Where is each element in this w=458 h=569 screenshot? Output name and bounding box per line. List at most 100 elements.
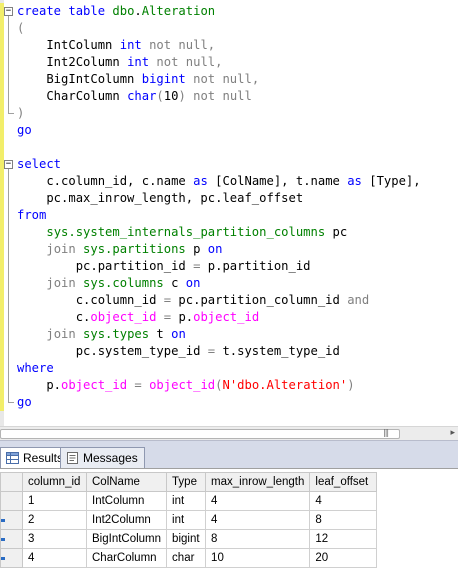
column-header[interactable]: column_id bbox=[22, 472, 87, 492]
code-area[interactable]: − create table dbo.Alteration( IntColumn … bbox=[0, 3, 458, 411]
grid-cell[interactable]: 20 bbox=[309, 548, 378, 568]
row-header[interactable] bbox=[0, 510, 23, 530]
code-token: ( bbox=[17, 21, 25, 35]
scrollbar-thumb[interactable] bbox=[0, 429, 400, 439]
grid-cell[interactable]: 4 bbox=[22, 548, 87, 568]
code-line[interactable]: ( bbox=[0, 20, 458, 37]
code-line[interactable]: IntColumn int not null, bbox=[0, 37, 458, 54]
code-token: as bbox=[347, 174, 362, 188]
grid-cell[interactable]: 1 bbox=[22, 491, 87, 511]
code-token: IntColumn bbox=[17, 38, 120, 52]
code-token: 10 bbox=[163, 89, 179, 103]
code-line[interactable]: from bbox=[0, 207, 458, 224]
row-marker-icon bbox=[1, 557, 5, 560]
grid-cell[interactable]: CharColumn bbox=[85, 548, 168, 568]
grid-cell[interactable]: 3 bbox=[22, 529, 87, 549]
grid-cell[interactable]: 8 bbox=[205, 529, 311, 549]
code-token: p. bbox=[17, 378, 62, 392]
grip-icon: ||| bbox=[383, 428, 389, 437]
fold-end-marker bbox=[8, 402, 14, 403]
code-line[interactable]: p.object_id = object_id(N'dbo.Alteration… bbox=[0, 377, 458, 394]
grid-header-row: column_id ColName Type max_inrow_length … bbox=[0, 472, 378, 492]
tab-messages[interactable]: Messages bbox=[60, 447, 145, 468]
column-header[interactable]: max_inrow_length bbox=[205, 472, 311, 492]
code-line[interactable]: pc.system_type_id = t.system_type_id bbox=[0, 343, 458, 360]
code-token: bigint bbox=[141, 72, 186, 86]
code-token: Int2Column bbox=[17, 55, 128, 69]
grid-cell[interactable]: 4 bbox=[205, 510, 311, 530]
code-line[interactable]: where bbox=[0, 360, 458, 377]
row-header[interactable] bbox=[0, 548, 23, 568]
code-line[interactable]: c.object_id = p.object_id bbox=[0, 309, 458, 326]
table-row[interactable]: 2 Int2Column int 4 8 bbox=[0, 510, 378, 530]
code-line[interactable]: go bbox=[0, 394, 458, 411]
row-marker-icon bbox=[1, 519, 5, 522]
grid-cell[interactable]: IntColumn bbox=[85, 491, 168, 511]
grid-cell[interactable]: 4 bbox=[205, 491, 311, 511]
column-header[interactable]: leaf_offset bbox=[309, 472, 378, 492]
scroll-right-arrow-icon[interactable]: ▸ bbox=[450, 428, 455, 438]
grid-cell[interactable]: int bbox=[166, 491, 207, 511]
code-line[interactable]: Int2Column int not null, bbox=[0, 54, 458, 71]
code-line[interactable]: − create table dbo.Alteration bbox=[0, 3, 458, 20]
table-row[interactable]: 3 BigIntColumn bigint 8 12 bbox=[0, 529, 378, 549]
code-token: pc.system_type_id bbox=[17, 344, 208, 358]
code-token: from bbox=[17, 208, 47, 222]
code-token: as bbox=[193, 174, 208, 188]
messages-icon bbox=[67, 452, 78, 464]
code-line[interactable]: pc.max_inrow_length, pc.leaf_offset bbox=[0, 190, 458, 207]
code-line[interactable]: ) bbox=[0, 105, 458, 122]
table-row[interactable]: 4 CharColumn char 10 20 bbox=[0, 548, 378, 568]
code-line[interactable] bbox=[0, 139, 458, 156]
grid-cell[interactable]: bigint bbox=[166, 529, 207, 549]
grid-cell[interactable]: int bbox=[166, 510, 207, 530]
results-grid-area[interactable]: column_id ColName Type max_inrow_length … bbox=[0, 468, 458, 569]
grid-cell[interactable]: BigIntColumn bbox=[85, 529, 168, 549]
code-line[interactable]: CharColumn char(10) not null bbox=[0, 88, 458, 105]
table-row[interactable]: 1 IntColumn int 4 4 bbox=[0, 491, 378, 511]
code-token: = bbox=[127, 378, 150, 392]
collapse-icon[interactable]: − bbox=[4, 160, 13, 169]
row-header[interactable] bbox=[0, 491, 23, 511]
code-line[interactable]: pc.partition_id = p.partition_id bbox=[0, 258, 458, 275]
column-header[interactable]: ColName bbox=[85, 472, 168, 492]
grid-cell[interactable]: 2 bbox=[22, 510, 87, 530]
code-token: c. bbox=[17, 310, 91, 324]
results-tabstrip: Results Messages bbox=[0, 440, 458, 469]
code-line[interactable]: c.column_id = pc.partition_column_id and bbox=[0, 292, 458, 309]
code-token: pc.partition_id bbox=[17, 259, 194, 273]
code-line[interactable]: sys.system_internals_partition_columns p… bbox=[0, 224, 458, 241]
grid-cell[interactable]: Int2Column bbox=[85, 510, 168, 530]
grid-cell[interactable]: 8 bbox=[309, 510, 378, 530]
code-token: p.partition_id bbox=[200, 259, 311, 273]
code-token: join bbox=[46, 276, 84, 290]
code-token: sys.columns bbox=[83, 276, 164, 290]
code-token: object_id bbox=[149, 378, 216, 392]
code-token: on bbox=[207, 242, 223, 256]
collapse-icon[interactable]: − bbox=[4, 7, 13, 16]
grid-cell[interactable]: 4 bbox=[309, 491, 378, 511]
column-header[interactable]: Type bbox=[166, 472, 207, 492]
code-token: select bbox=[17, 157, 62, 171]
code-line[interactable]: join sys.partitions p on bbox=[0, 241, 458, 258]
code-token: int bbox=[127, 55, 150, 69]
code-line[interactable]: join sys.columns c on bbox=[0, 275, 458, 292]
results-grid[interactable]: column_id ColName Type max_inrow_length … bbox=[0, 472, 378, 568]
query-editor[interactable]: − create table dbo.Alteration( IntColumn … bbox=[0, 0, 458, 426]
grid-cell[interactable]: char bbox=[166, 548, 207, 568]
code-line[interactable]: BigIntColumn bigint not null, bbox=[0, 71, 458, 88]
grid-corner[interactable] bbox=[0, 472, 23, 492]
code-line[interactable]: c.column_id, c.name as [ColName], t.name… bbox=[0, 173, 458, 190]
grid-cell[interactable]: 10 bbox=[205, 548, 311, 568]
code-line[interactable]: join sys.types t on bbox=[0, 326, 458, 343]
grid-cell[interactable]: 12 bbox=[309, 529, 378, 549]
fold-end-marker bbox=[8, 113, 14, 114]
horizontal-scrollbar[interactable]: ||| ▸ bbox=[0, 426, 458, 440]
code-line[interactable]: go bbox=[0, 122, 458, 139]
row-header[interactable] bbox=[0, 529, 23, 549]
code-line[interactable]: − select bbox=[0, 156, 458, 173]
grid-icon bbox=[6, 452, 19, 464]
row-marker-icon bbox=[1, 538, 5, 541]
